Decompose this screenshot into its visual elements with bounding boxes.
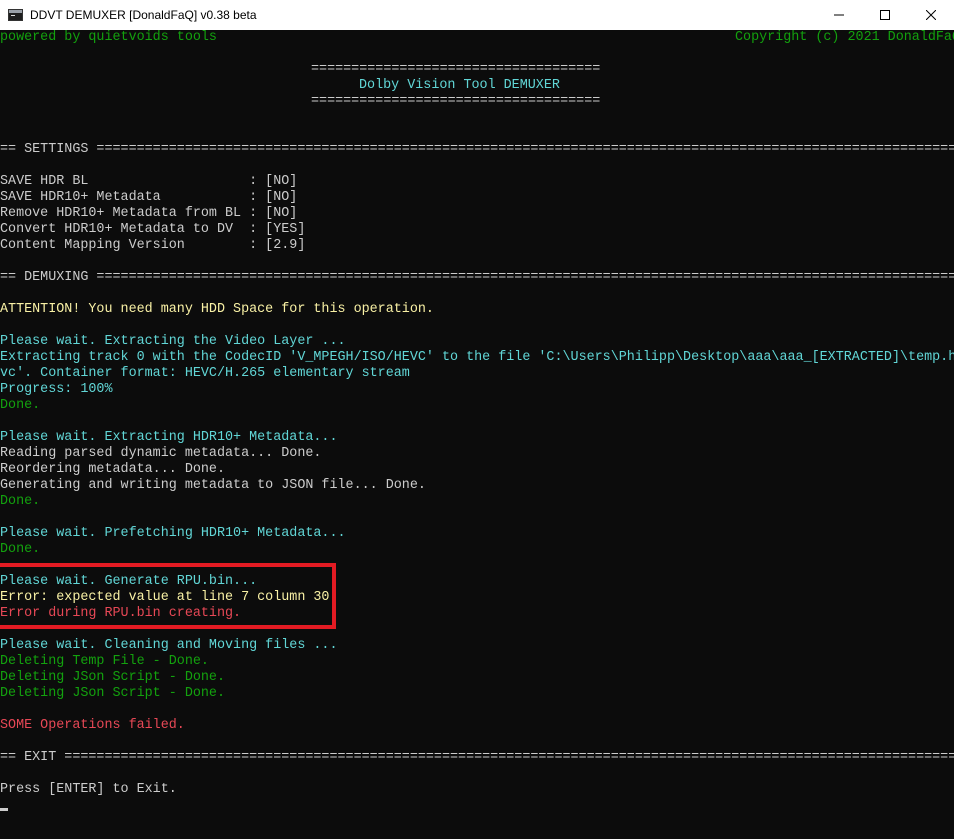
clean-temp-line: Deleting Temp File - Done. bbox=[0, 654, 209, 669]
banner-top: ==================================== bbox=[311, 62, 601, 77]
video-done-line: Done. bbox=[0, 398, 41, 413]
setting-line: Remove HDR10+ Metadata from BL : [NO] bbox=[0, 206, 298, 221]
hdr-reorder-line: Reordering metadata... Done. bbox=[0, 462, 225, 477]
minimize-button[interactable] bbox=[816, 0, 862, 30]
console-icon bbox=[8, 9, 23, 21]
prefetch-done-line: Done. bbox=[0, 542, 41, 557]
text-cursor bbox=[0, 808, 8, 811]
maximize-button[interactable] bbox=[862, 0, 908, 30]
header-left: powered by quietvoids tools bbox=[0, 30, 217, 45]
close-icon bbox=[926, 10, 936, 20]
setting-line: SAVE HDR BL : [NO] bbox=[0, 174, 298, 189]
video-extract-line: Extracting track 0 with the CodecID 'V_M… bbox=[0, 350, 954, 365]
maximize-icon bbox=[880, 10, 890, 20]
banner-title: Dolby Vision Tool DEMUXER bbox=[359, 78, 560, 93]
exit-prompt: Press [ENTER] to Exit. bbox=[0, 782, 177, 797]
setting-line: Convert HDR10+ Metadata to DV : [YES] bbox=[0, 222, 306, 237]
minimize-icon bbox=[834, 14, 844, 16]
video-extract-line-2: vc'. Container format: HEVC/H.265 elemen… bbox=[0, 366, 410, 381]
prefetch-wait-line: Please wait. Prefetching HDR10+ Metadata… bbox=[0, 526, 346, 541]
clean-json-line-2: Deleting JSon Script - Done. bbox=[0, 686, 225, 701]
video-progress-line: Progress: 100% bbox=[0, 382, 113, 397]
hdr-read-line: Reading parsed dynamic metadata... Done. bbox=[0, 446, 322, 461]
hdr-wait-line: Please wait. Extracting HDR10+ Metadata.… bbox=[0, 430, 338, 445]
window-controls bbox=[816, 0, 954, 30]
title-bar[interactable]: DDVT DEMUXER [DonaldFaQ] v0.38 beta bbox=[0, 0, 954, 30]
setting-line: SAVE HDR10+ Metadata : [NO] bbox=[0, 190, 298, 205]
video-wait-line: Please wait. Extracting the Video Layer … bbox=[0, 334, 346, 349]
demuxing-header: == DEMUXING ============================… bbox=[0, 270, 954, 285]
header-right: Copyright (c) 2021 DonaldFaQ bbox=[735, 30, 954, 45]
attention-line: ATTENTION! You need many HDD Space for t… bbox=[0, 302, 434, 317]
hdr-generate-line: Generating and writing metadata to JSON … bbox=[0, 478, 426, 493]
hdr-done-line: Done. bbox=[0, 494, 41, 509]
settings-header: == SETTINGS ============================… bbox=[0, 142, 954, 157]
error-highlight-box bbox=[0, 563, 336, 629]
failed-line: SOME Operations failed. bbox=[0, 718, 185, 733]
clean-wait-line: Please wait. Cleaning and Moving files .… bbox=[0, 638, 338, 653]
banner-bottom: ==================================== bbox=[311, 94, 601, 109]
exit-header: == EXIT ================================… bbox=[0, 750, 954, 765]
clean-json-line: Deleting JSon Script - Done. bbox=[0, 670, 225, 685]
close-button[interactable] bbox=[908, 0, 954, 30]
window-title: DDVT DEMUXER [DonaldFaQ] v0.38 beta bbox=[30, 8, 257, 22]
console-output[interactable]: powered by quietvoids tools Copyright (c… bbox=[0, 30, 954, 839]
setting-line: Content Mapping Version : [2.9] bbox=[0, 238, 306, 253]
